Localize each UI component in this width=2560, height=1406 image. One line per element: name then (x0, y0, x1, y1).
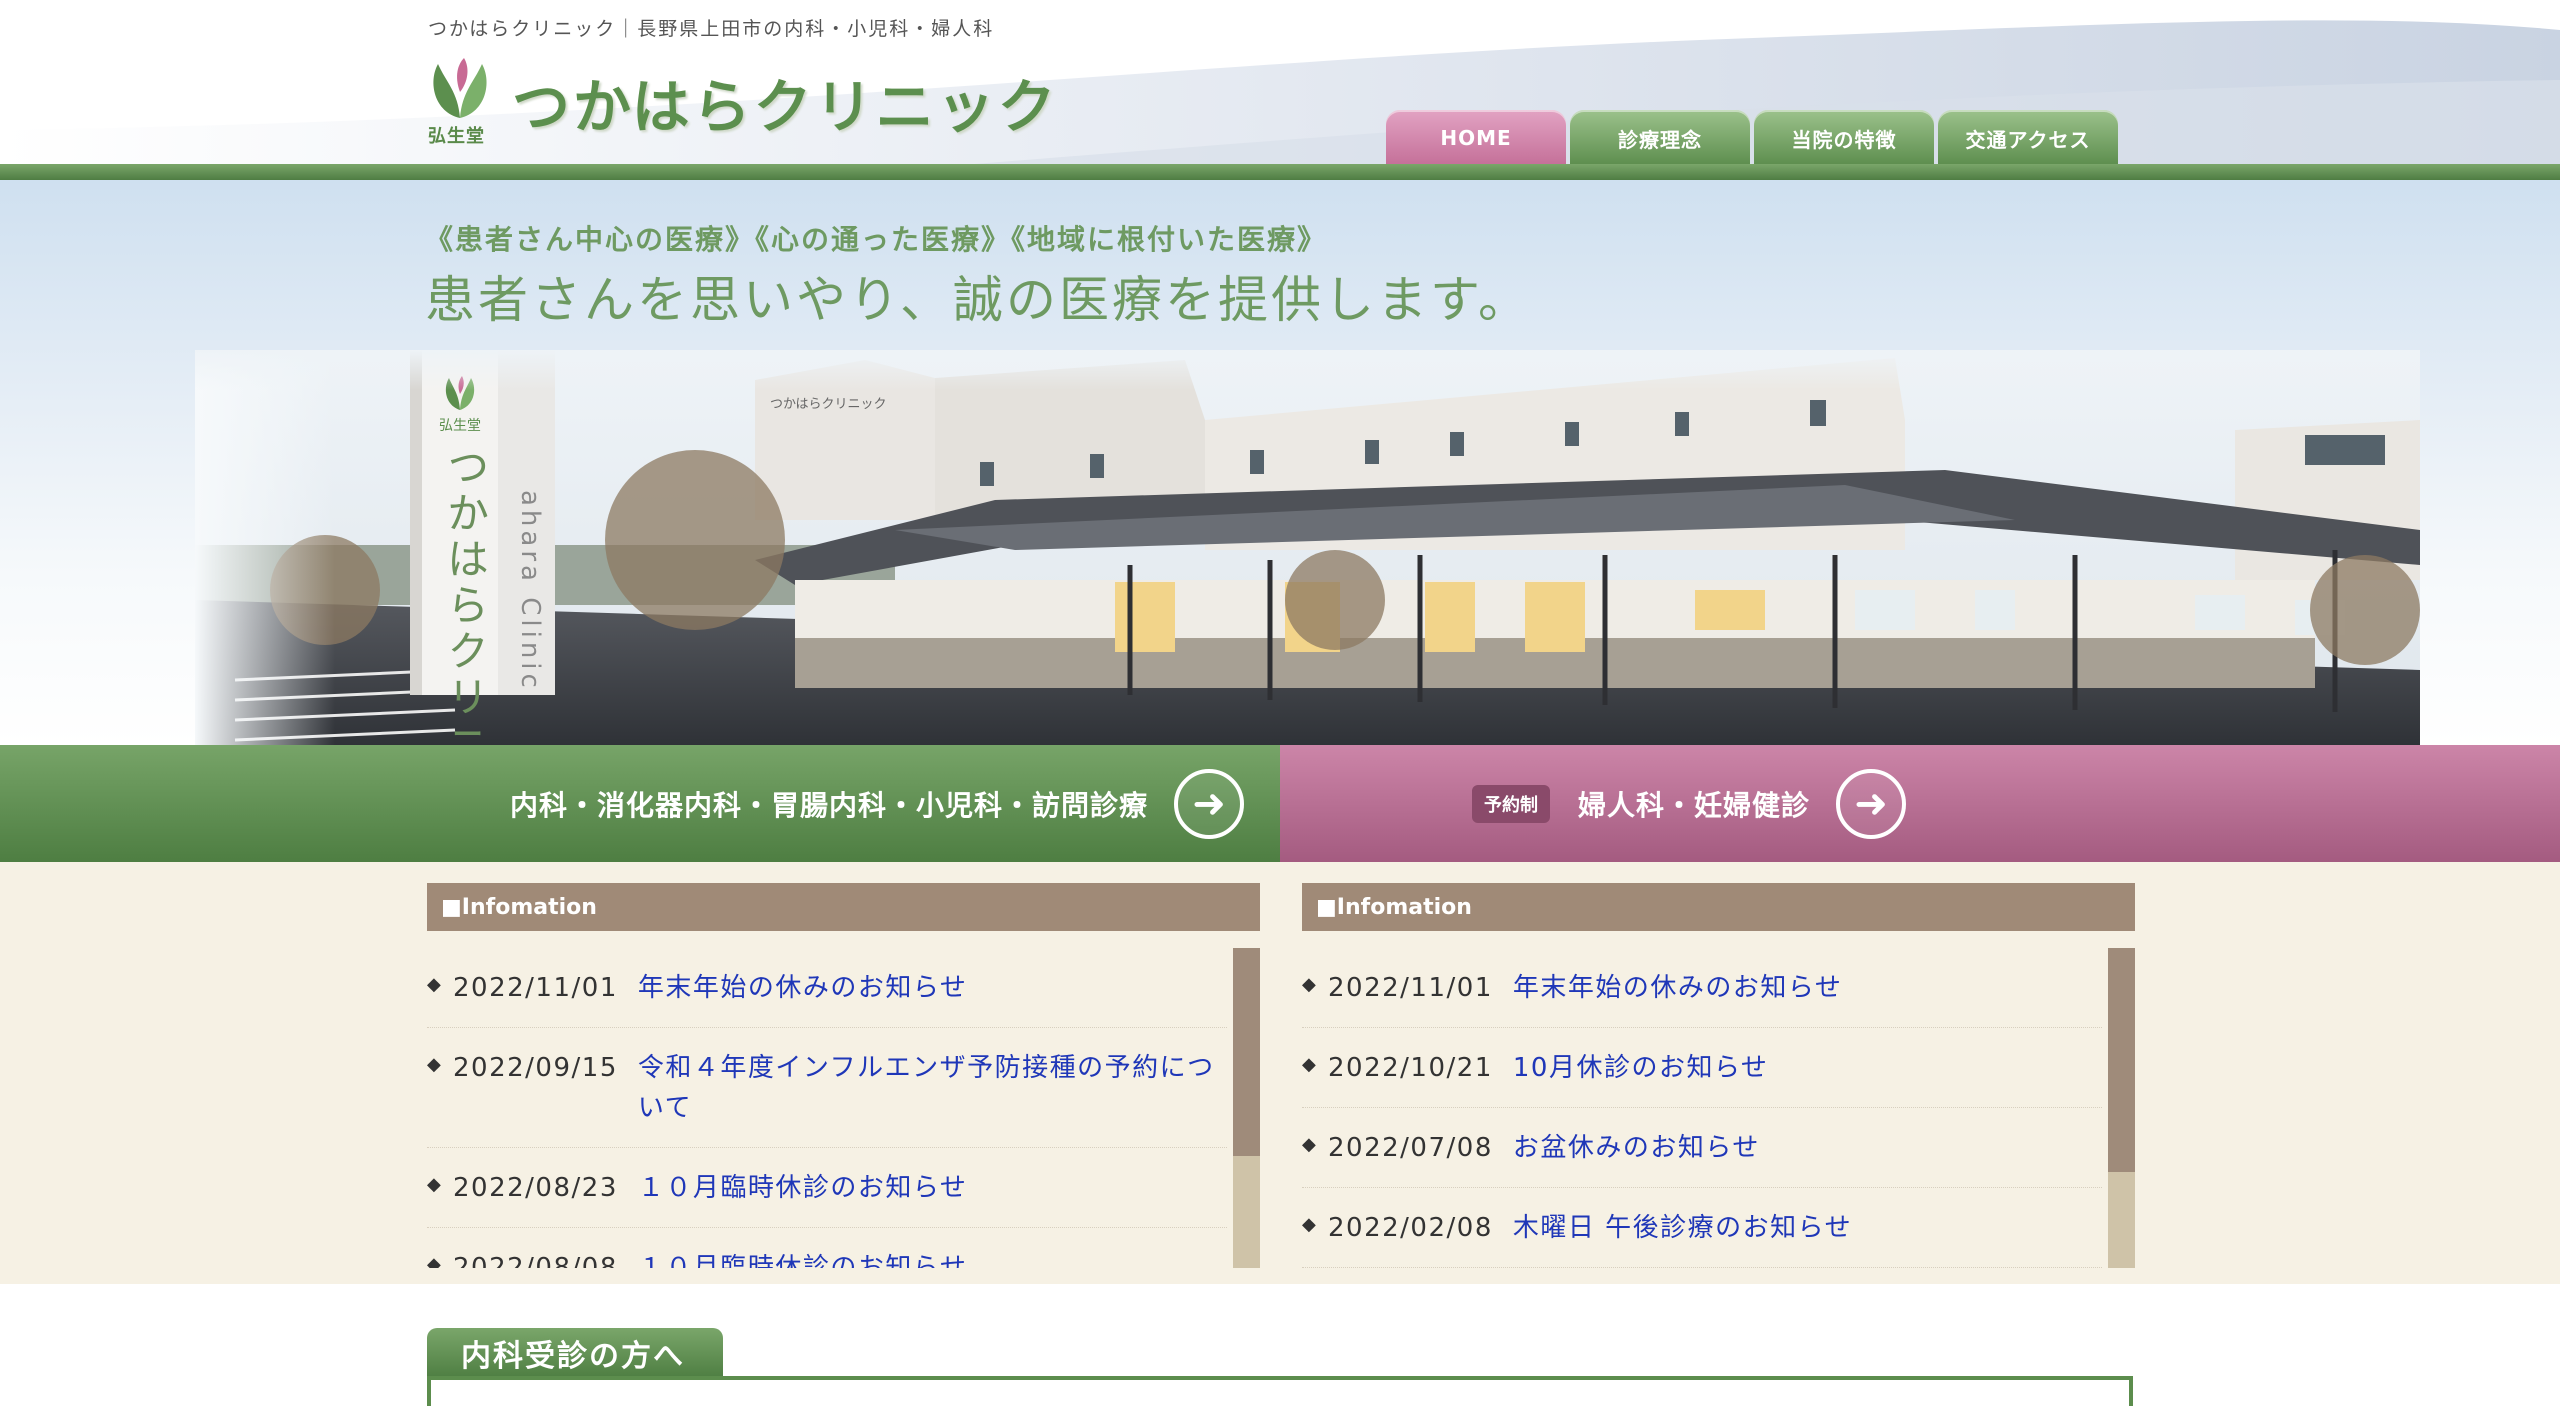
info-link[interactable]: お盆休みのお知らせ (1513, 1128, 1760, 1168)
info-date: 2022/11/01 (1328, 973, 1493, 1003)
header-divider-bar (0, 164, 2560, 180)
info-link[interactable]: 10月休診のお知らせ (1513, 1048, 1769, 1088)
internal-medicine-banner-label: 内科・消化器内科・胃腸内科・小児科・訪問診療 (510, 788, 1149, 822)
info-date: 2022/02/08 (1328, 1213, 1493, 1243)
information-area (0, 862, 2560, 1284)
site-logo-title[interactable]: つかはらクリニック (512, 60, 1059, 144)
info-heading: ■Infomation (427, 883, 1260, 931)
info-date: 2022/07/08 (1328, 1133, 1493, 1163)
diamond-bullet-icon: ◆ (1302, 974, 1318, 995)
info-list-item: ◆ 2022/07/08 お盆休みのお知らせ (1302, 1108, 2102, 1188)
info-link[interactable]: 年末年始の休みのお知らせ (1513, 968, 1842, 1008)
info-scrollbar[interactable] (2108, 948, 2135, 1268)
info-date: 2022/09/15 (453, 1053, 618, 1083)
gynecology-banner[interactable]: 予約制 婦人科・妊婦健診 ➜ (1280, 745, 2560, 862)
reservation-badge: 予約制 (1472, 784, 1550, 823)
gynecology-banner-label: 婦人科・妊婦健診 (1578, 788, 1811, 822)
nav-tab-philosophy[interactable]: 診療理念 (1570, 110, 1750, 166)
info-list-item: ◆ 2022/10/21 10月休診のお知らせ (1302, 1028, 2102, 1108)
nav-tab-access[interactable]: 交通アクセス (1938, 110, 2118, 166)
diamond-bullet-icon: ◆ (427, 1054, 443, 1075)
site-tagline: つかはらクリニック｜長野県上田市の内科・小児科・婦人科 (428, 18, 995, 40)
info-panel-right: ■Infomation ◆ 2022/11/01 年末年始の休みのお知らせ ◆ 2022… (1302, 883, 2135, 1268)
info-list-item: ◆ 2022/11/01 年末年始の休みのお知らせ (427, 948, 1227, 1028)
site-header: つかはらクリニック｜長野県上田市の内科・小児科・婦人科 弘生堂 つかはらクリニッ… (0, 0, 2560, 180)
diamond-bullet-icon: ◆ (427, 974, 443, 995)
diamond-bullet-icon: ◆ (1302, 1054, 1318, 1075)
main-nav: HOME 診療理念 当院の特徴 交通アクセス (1386, 110, 2118, 166)
internal-medicine-section-box (427, 1376, 2133, 1406)
info-date: 2022/10/21 (1328, 1053, 1493, 1083)
header-swoosh-decoration (0, 20, 2560, 170)
building-wall-sign: つかはらクリニック (770, 397, 886, 412)
diamond-bullet-icon: ◆ (1302, 1214, 1318, 1235)
info-list-item: ◆ 2022/09/15 令和４年度インフルエンザ予防接種の予約について (427, 1028, 1227, 1148)
diamond-bullet-icon: ◆ (427, 1174, 443, 1195)
internal-medicine-banner[interactable]: 内科・消化器内科・胃腸内科・小児科・訪問診療 ➜ (0, 745, 1280, 862)
info-link[interactable]: 木曜日 午後診療のお知らせ (1513, 1208, 1852, 1248)
sign-roman-name: ahara Clinic (515, 490, 545, 692)
info-date: 2022/08/08 (453, 1253, 618, 1268)
hero-headline: 患者さんを思いやり、誠の医療を提供します。 (425, 271, 1531, 329)
sign-clinic-name: つかはらクリニック (441, 445, 490, 745)
sign-mark-label: 弘生堂 (439, 418, 481, 434)
info-list-item: ◆ 2022/02/08 木曜日 午後診療のお知らせ (1302, 1188, 2102, 1268)
logo-mark-label: 弘生堂 (428, 126, 485, 147)
info-date: 2022/08/23 (453, 1173, 618, 1203)
info-heading: ■Infomation (1302, 883, 2135, 931)
info-list[interactable]: ◆ 2022/11/01 年末年始の休みのお知らせ ◆ 2022/09/15 令和４年度イ… (427, 948, 1227, 1268)
info-link[interactable]: 令和４年度インフルエンザ予防接種の予約について (638, 1048, 1227, 1128)
info-scrollbar[interactable] (1233, 948, 1260, 1268)
info-panel-left: ■Infomation ◆ 2022/11/01 年末年始の休みのお知らせ ◆ 2022… (427, 883, 1260, 1268)
arrow-right-icon[interactable]: ➜ (1174, 768, 1245, 839)
info-link[interactable]: １０月臨時休診のお知らせ (638, 1248, 967, 1268)
info-link[interactable]: １０月臨時休診のお知らせ (638, 1168, 967, 1208)
nav-tab-home[interactable]: HOME (1386, 110, 1566, 166)
info-link[interactable]: 年末年始の休みのお知らせ (638, 968, 967, 1008)
internal-medicine-section-title: 内科受診の方へ (427, 1328, 723, 1378)
hero-tagline: 《患者さん中心の医療》《心の通った医療》《地域に根付いた医療》 (425, 223, 1328, 256)
scrollbar-thumb[interactable] (1233, 948, 1260, 1156)
clinic-building-photo: 弘生堂 つかはらクリニック ahara Clinic つかはらクリニック (195, 350, 2420, 745)
info-list-item: ◆ 2022/11/01 年末年始の休みのお知らせ (1302, 948, 2102, 1028)
info-list-item: ◆ 2022/08/23 １０月臨時休診のお知らせ (427, 1148, 1227, 1228)
info-list[interactable]: ◆ 2022/11/01 年末年始の休みのお知らせ ◆ 2022/10/21 10月休診の… (1302, 948, 2102, 1268)
scrollbar-thumb[interactable] (2108, 948, 2135, 1172)
arrow-right-icon[interactable]: ➜ (1836, 768, 1907, 839)
info-date: 2022/11/01 (453, 973, 618, 1003)
diamond-bullet-icon: ◆ (427, 1254, 443, 1268)
nav-tab-features[interactable]: 当院の特徴 (1754, 110, 1934, 166)
hero-section: 《患者さん中心の医療》《心の通った医療》《地域に根付いた医療》 患者さんを思いや… (0, 180, 2560, 745)
info-list-item: ◆ 2022/08/08 １０月臨時休診のお知らせ (427, 1228, 1227, 1268)
diamond-bullet-icon: ◆ (1302, 1134, 1318, 1155)
